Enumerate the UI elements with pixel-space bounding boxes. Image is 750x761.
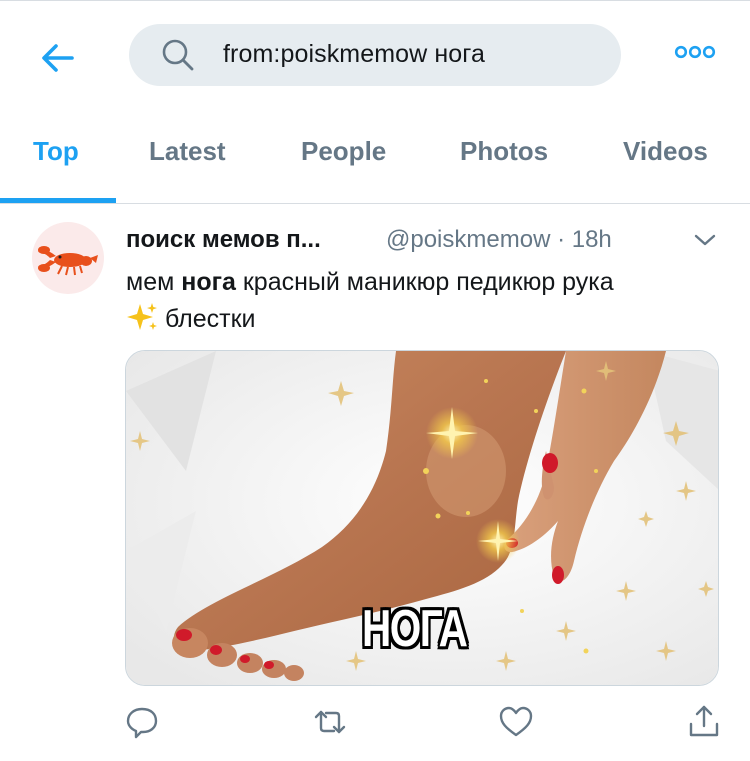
tab-top[interactable]: Top: [33, 136, 79, 167]
tweet-text-start: мем: [126, 268, 182, 296]
tab-latest[interactable]: Latest: [149, 136, 226, 167]
media-caption: НОГА: [362, 600, 468, 658]
reply-icon[interactable]: [124, 704, 160, 740]
tweet-text-keyword: нога: [181, 268, 236, 296]
search-icon: [161, 38, 195, 72]
retweet-icon[interactable]: [312, 704, 348, 740]
share-icon[interactable]: [686, 704, 722, 740]
back-arrow-icon[interactable]: [36, 36, 80, 80]
chevron-down-icon[interactable]: [692, 230, 718, 250]
tweet-text: мем нога красный маникюр педикюр рука бл…: [126, 264, 726, 338]
tab-videos[interactable]: Videos: [623, 136, 708, 167]
search-header: from:poiskmemow нога: [0, 6, 750, 100]
tab-photos[interactable]: Photos: [460, 136, 548, 167]
like-icon[interactable]: [498, 704, 534, 740]
tweet-media-image[interactable]: НОГА: [125, 350, 719, 686]
active-tab-indicator: [0, 198, 116, 203]
tweet[interactable]: поиск мемов п... @poiskmemow · 18h мем н…: [0, 204, 750, 761]
tab-people[interactable]: People: [301, 136, 386, 167]
avatar[interactable]: [32, 222, 104, 294]
tweet-text-rest: красный маникюр педикюр рука: [235, 268, 614, 296]
search-tabs: Top Latest People Photos Videos: [0, 100, 750, 204]
author-name[interactable]: поиск мемов п...: [126, 226, 321, 254]
author-handle-time: @poiskmemow · 18h: [386, 226, 612, 253]
tweet-text-line2: блестки: [164, 305, 256, 333]
sparkles-icon: [126, 302, 158, 332]
more-dots-icon[interactable]: [674, 42, 716, 62]
search-query[interactable]: from:poiskmemow нога: [223, 40, 485, 69]
search-input[interactable]: from:poiskmemow нога: [129, 24, 621, 86]
